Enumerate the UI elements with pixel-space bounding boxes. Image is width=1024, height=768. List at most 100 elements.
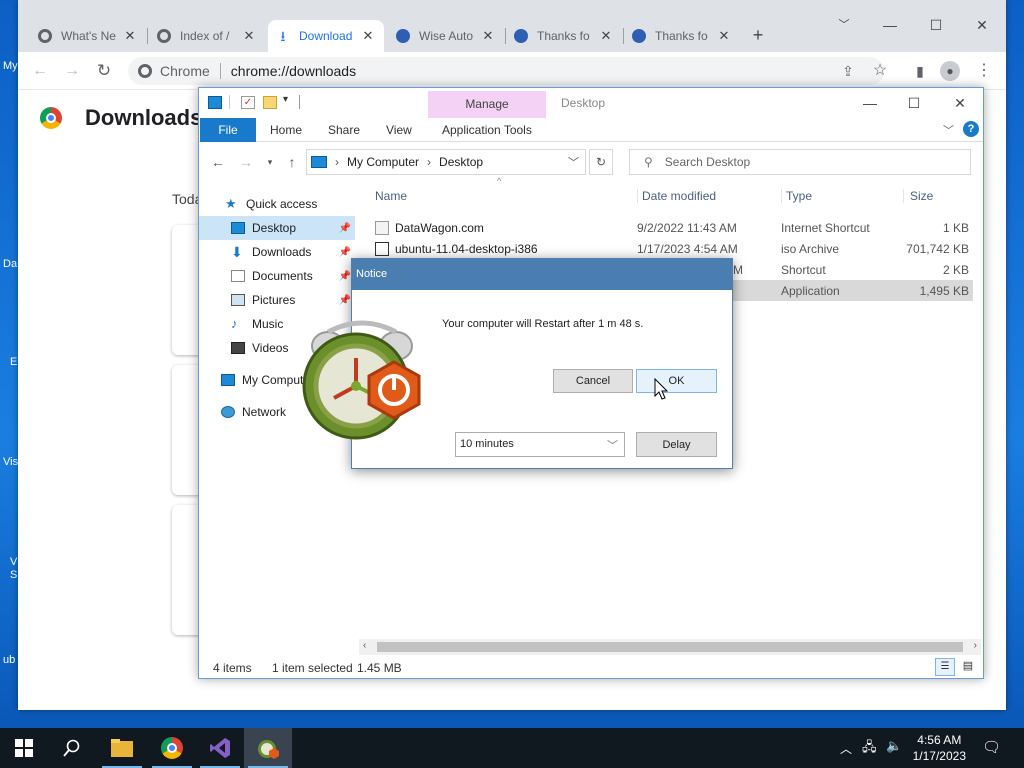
pin-icon[interactable]: 📌 [339, 271, 351, 282]
close-window-icon[interactable]: ✕ [949, 92, 971, 114]
taskbar-file-explorer[interactable] [98, 728, 146, 768]
qat-dropdown-icon[interactable]: ▾ [283, 94, 288, 105]
status-bar: 4 items 1 item selected 1.45 MB ☰ ▤ [199, 658, 983, 678]
ribbon-tab-view[interactable]: View [376, 118, 422, 142]
refresh-button[interactable]: ↻ [589, 149, 613, 175]
nav-item-downloads[interactable]: ⬇ Downloads 📌 [199, 240, 355, 264]
close-tab-icon[interactable]: ✕ [480, 28, 496, 44]
ribbon-expand-icon[interactable]: ﹀ [943, 122, 954, 138]
close-tab-icon[interactable]: ✕ [360, 28, 376, 44]
file-row[interactable]: DataWagon.com 9/2/2022 11:43 AM Internet… [375, 217, 973, 238]
start-button[interactable] [0, 728, 48, 768]
large-icons-view-icon[interactable]: ▤ [959, 659, 977, 675]
maximize-icon[interactable]: ☐ [903, 92, 925, 114]
ribbon-tab-share[interactable]: Share [318, 118, 370, 142]
scrollbar-thumb[interactable] [377, 642, 963, 652]
new-tab-button[interactable]: + [747, 24, 769, 46]
delay-select[interactable]: 10 minutes ﹀ [455, 432, 625, 457]
close-window-icon[interactable]: ✕ [971, 14, 993, 36]
tray-overflow-icon[interactable]: ︿ [840, 740, 852, 757]
back-arrow-icon[interactable]: ← [209, 154, 227, 170]
desktop-icon-label[interactable]: V S [10, 556, 17, 582]
pin-icon[interactable]: 📌 [339, 295, 351, 306]
close-tab-icon[interactable]: ✕ [122, 28, 138, 44]
breadcrumb-my-computer[interactable]: My Computer [347, 155, 419, 169]
desktop-icon-label[interactable]: My [3, 60, 18, 72]
column-header-name[interactable]: Name [375, 189, 637, 203]
notifications-icon[interactable]: 🗨 [982, 738, 1001, 756]
maximize-icon[interactable]: ☐ [925, 14, 947, 36]
recent-dropdown-icon[interactable]: ▾ [261, 157, 279, 168]
file-row[interactable]: ubuntu-11.04-desktop-i386 1/17/2023 4:54… [375, 238, 973, 259]
search-icon [63, 739, 80, 757]
taskbar-search-button[interactable] [48, 728, 96, 768]
browser-tab[interactable]: What's Ne ✕ [30, 20, 146, 52]
details-view-icon[interactable]: ☰ [935, 658, 955, 676]
nav-item-pictures[interactable]: Pictures 📌 [199, 288, 355, 312]
site-chip-label: Chrome [160, 63, 210, 79]
browser-tab-active[interactable]: ⭳ Download ✕ [268, 20, 384, 52]
column-header-type[interactable]: Type [781, 189, 903, 203]
properties-icon[interactable]: ✓ [241, 96, 255, 109]
browser-tab[interactable]: Thanks fo ✕ [506, 20, 622, 52]
bookmark-star-icon[interactable]: ☆ [870, 61, 890, 81]
help-icon[interactable]: ? [963, 121, 979, 137]
close-tab-icon[interactable]: ✕ [241, 28, 257, 44]
profile-avatar-icon[interactable]: ● [940, 61, 960, 81]
ribbon-tab-application-tools[interactable]: Application Tools [432, 118, 542, 142]
up-arrow-icon[interactable]: ↑ [283, 154, 301, 170]
reload-icon[interactable]: ↻ [94, 61, 114, 81]
scroll-left-icon[interactable]: ‹ [363, 640, 366, 651]
manage-context-tab[interactable]: Manage [428, 91, 546, 118]
ok-button[interactable]: OK [636, 369, 717, 393]
address-bar[interactable]: › My Computer › Desktop ﹀ [306, 149, 586, 175]
taskbar-wise-auto-shutdown[interactable] [244, 728, 292, 768]
close-tab-icon[interactable]: ✕ [716, 28, 732, 44]
new-folder-icon[interactable] [263, 96, 277, 109]
tab-search-icon[interactable]: ﹀ [833, 14, 855, 36]
delay-button[interactable]: Delay [636, 432, 717, 457]
forward-arrow-icon[interactable]: → [237, 154, 255, 170]
browser-tab[interactable]: Thanks fo ✕ [624, 20, 740, 52]
desktop-icon-label[interactable]: Vis [3, 456, 18, 468]
back-arrow-icon[interactable]: ← [30, 61, 50, 81]
breadcrumb-desktop[interactable]: Desktop [439, 155, 483, 169]
close-tab-icon[interactable]: ✕ [598, 28, 614, 44]
explorer-title-bar: ✓ ▾ Manage Desktop — ☐ ✕ [199, 88, 983, 118]
desktop-icon-label[interactable]: ub [3, 654, 15, 666]
share-icon[interactable]: ⇪ [838, 61, 858, 81]
desktop-icon-label[interactable]: E [10, 356, 17, 368]
cancel-button[interactable]: Cancel [553, 369, 633, 393]
browser-tab[interactable]: Wise Auto ✕ [388, 20, 504, 52]
pin-icon[interactable]: 📌 [339, 223, 351, 234]
nav-item-desktop[interactable]: Desktop 📌 [199, 216, 355, 240]
browser-tab[interactable]: Index of / ✕ [149, 20, 265, 52]
search-input[interactable]: ⚲ Search Desktop [629, 149, 971, 175]
taskbar-clock[interactable]: 4:56 AM 1/17/2023 [913, 732, 966, 764]
scroll-right-icon[interactable]: › [974, 640, 977, 651]
volume-icon[interactable]: 🔈 [886, 738, 902, 754]
side-panel-icon[interactable]: ▮ [910, 61, 930, 81]
nav-label: Quick access [246, 197, 318, 211]
taskbar-visual-studio[interactable] [196, 728, 244, 768]
network-tray-icon[interactable]: 🖧 [862, 738, 877, 760]
nav-item-quick-access[interactable]: ★ Quick access [199, 192, 355, 216]
forward-arrow-icon[interactable]: → [62, 61, 82, 81]
taskbar-chrome[interactable] [148, 728, 196, 768]
ribbon-tab-file[interactable]: File [200, 118, 256, 142]
address-dropdown-icon[interactable]: ﹀ [568, 154, 579, 170]
breadcrumb-chevron-icon[interactable]: › [427, 155, 431, 169]
pin-icon[interactable]: 📌 [339, 247, 351, 258]
menu-kebab-icon[interactable]: ⋮ [974, 61, 994, 81]
breadcrumb-chevron-icon[interactable]: › [335, 155, 339, 169]
column-header-date[interactable]: Date modified [637, 189, 781, 203]
status-item-count: 4 items [213, 661, 252, 675]
minimize-icon[interactable]: — [859, 92, 881, 114]
omnibox[interactable]: Chrome chrome://downloads [128, 57, 884, 85]
desktop-icon-label[interactable]: Da [3, 258, 17, 270]
ribbon-tab-home[interactable]: Home [260, 118, 312, 142]
horizontal-scrollbar[interactable]: ‹ › [359, 639, 981, 655]
column-header-size[interactable]: Size [903, 189, 973, 203]
minimize-icon[interactable]: — [879, 14, 901, 36]
nav-item-documents[interactable]: Documents 📌 [199, 264, 355, 288]
